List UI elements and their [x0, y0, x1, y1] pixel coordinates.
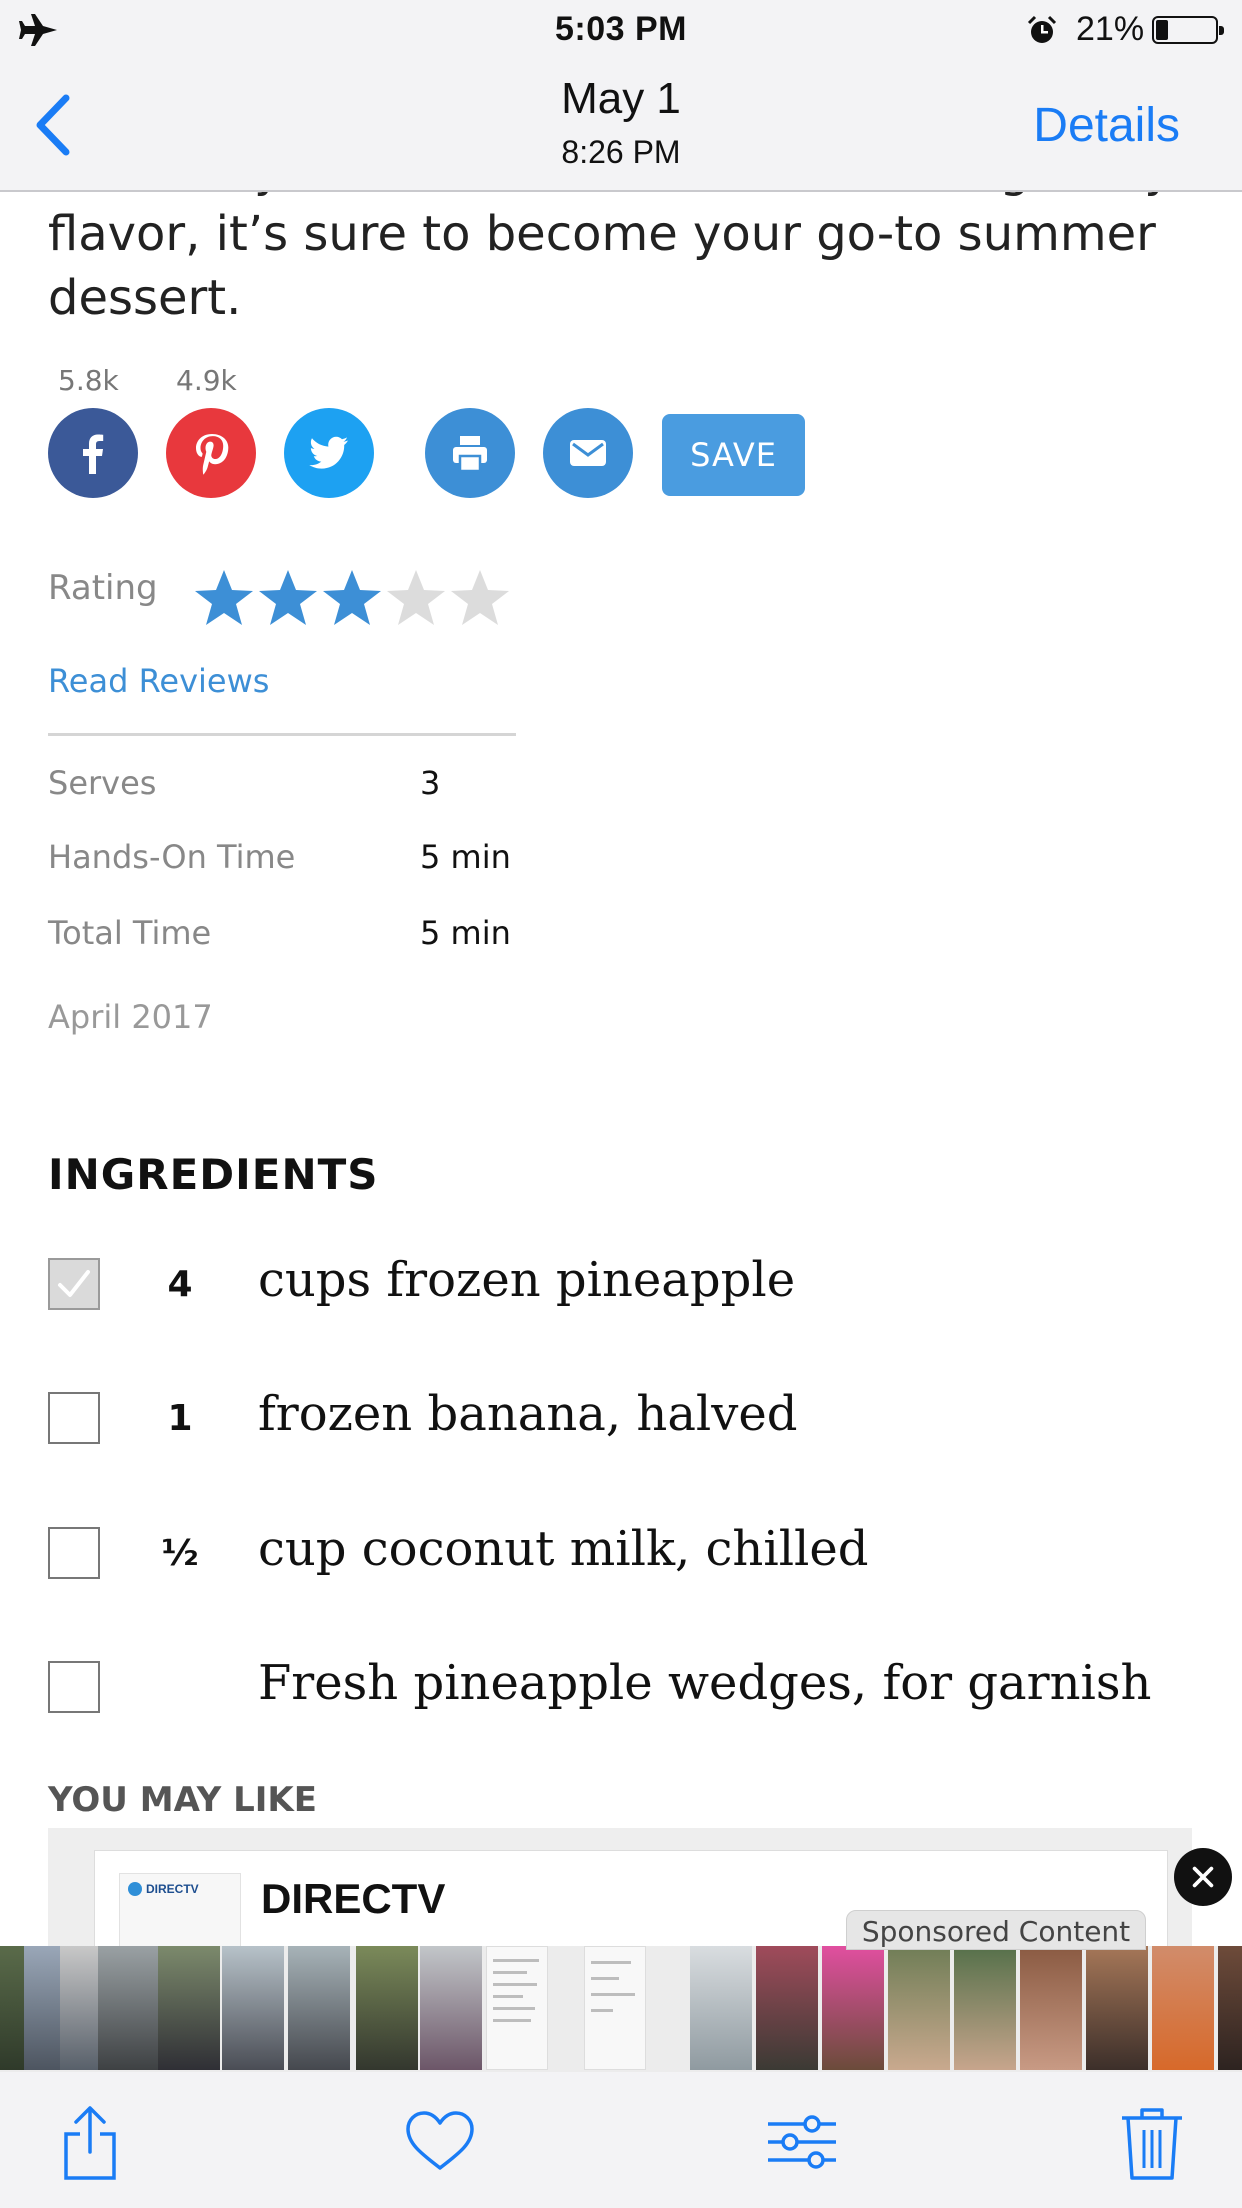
meta-value-hands-on-time: 5 min — [420, 838, 511, 876]
read-reviews-link[interactable]: Read Reviews — [48, 662, 269, 700]
photo-thumbnail[interactable] — [1020, 1946, 1082, 2070]
pinterest-icon — [196, 434, 229, 475]
star-icon[interactable] — [384, 566, 448, 628]
ingredient-row: 1 frozen banana, halved — [0, 1386, 1242, 1466]
photo-content: incredibly smooth texture and refreshing… — [0, 192, 1242, 1946]
photo-thumbnail[interactable] — [1152, 1946, 1214, 2070]
photo-thumbnail[interactable] — [1086, 1946, 1148, 2070]
photo-thumbnail[interactable] — [1218, 1946, 1242, 2070]
photo-thumbnail[interactable] — [158, 1946, 220, 2070]
ingredient-row: ½ cup coconut milk, chilled — [0, 1521, 1242, 1601]
ingredients-heading: INGREDIENTS — [48, 1150, 379, 1199]
ingredient-quantity: 1 — [167, 1398, 193, 1439]
details-button[interactable]: Details — [1033, 98, 1180, 153]
star-icon[interactable] — [448, 566, 512, 628]
battery-fill — [1156, 20, 1169, 40]
star-icon[interactable] — [320, 566, 384, 628]
favorite-button[interactable] — [400, 2102, 480, 2182]
rating-label: Rating — [48, 568, 158, 608]
battery-icon — [1152, 16, 1224, 44]
photo-thumbnail[interactable] — [222, 1946, 284, 2070]
photo-thumbnail[interactable] — [584, 1946, 646, 2070]
ingredient-row: Fresh pineapple wedges, for garnish — [0, 1655, 1242, 1735]
share-icon — [64, 2106, 116, 2180]
email-button[interactable] — [543, 408, 633, 498]
ingredient-text: Fresh pineapple wedges, for garnish — [258, 1655, 1152, 1711]
ad-logo-text: DIRECTV — [146, 1882, 199, 1896]
print-icon — [453, 436, 487, 473]
trash-icon — [1122, 2108, 1182, 2180]
ingredient-checkbox[interactable] — [48, 1258, 100, 1310]
photo-thumbnail[interactable] — [98, 1946, 160, 2070]
ingredient-quantity: ½ — [161, 1533, 199, 1574]
share-button[interactable] — [50, 2102, 130, 2182]
facebook-count: 5.8k — [58, 364, 119, 397]
meta-value-serves: 3 — [420, 764, 441, 802]
close-ad-button[interactable] — [1174, 1848, 1232, 1906]
photo-thumbnail-strip[interactable] — [0, 1946, 1242, 2072]
photo-thumbnail[interactable] — [888, 1946, 950, 2070]
print-button[interactable] — [425, 408, 515, 498]
adjust-icon — [768, 2115, 836, 2169]
facebook-share-button[interactable] — [48, 408, 138, 498]
ingredient-text: frozen banana, halved — [258, 1386, 798, 1442]
ad-title: DIRECTV — [261, 1875, 446, 1922]
checkmark-icon — [58, 1270, 90, 1297]
twitter-icon — [309, 436, 348, 469]
photo-thumbnail[interactable] — [420, 1946, 482, 2070]
bottom-toolbar — [0, 2072, 1242, 2208]
photo-thumbnail[interactable] — [690, 1946, 752, 2070]
ingredient-text: cup coconut milk, chilled — [258, 1521, 869, 1577]
star-icon[interactable] — [256, 566, 320, 628]
ad-thumbnail: DIRECTV — [119, 1873, 241, 1946]
delete-button[interactable] — [1112, 2102, 1192, 2182]
ad-logo: DIRECTV — [128, 1882, 199, 1896]
photo-thumbnail[interactable] — [954, 1946, 1016, 2070]
you-may-like-heading: YOU MAY LIKE — [48, 1780, 317, 1820]
email-icon — [570, 440, 606, 466]
pinterest-count: 4.9k — [176, 364, 237, 397]
facebook-icon — [83, 434, 104, 474]
status-bar: 5:03 PM 21% — [0, 0, 1242, 60]
meta-label-serves: Serves — [48, 764, 157, 802]
ingredient-quantity: 4 — [167, 1264, 193, 1305]
close-icon — [1192, 1866, 1214, 1888]
nav-bar: May 1 8:26 PM Details — [0, 60, 1242, 192]
meta-label-total-time: Total Time — [48, 914, 212, 952]
ingredient-checkbox[interactable] — [48, 1661, 100, 1713]
save-button[interactable]: SAVE — [662, 414, 805, 496]
ingredient-checkbox[interactable] — [48, 1527, 100, 1579]
divider — [48, 733, 516, 736]
ingredient-row: 4 cups frozen pineapple — [0, 1252, 1242, 1332]
edit-button[interactable] — [762, 2102, 842, 2182]
photo-thumbnail[interactable] — [756, 1946, 818, 2070]
ingredient-checkbox[interactable] — [48, 1392, 100, 1444]
meta-label-hands-on-time: Hands-On Time — [48, 838, 296, 876]
globe-icon — [128, 1882, 142, 1896]
meta-value-total-time: 5 min — [420, 914, 511, 952]
twitter-share-button[interactable] — [284, 408, 374, 498]
photo-thumbnail[interactable] — [822, 1946, 884, 2070]
sponsored-label: Sponsored Content — [846, 1910, 1146, 1950]
ingredient-text: cups frozen pineapple — [258, 1252, 796, 1308]
photo-thumbnail[interactable] — [486, 1946, 548, 2070]
publish-date: April 2017 — [48, 998, 213, 1036]
heart-icon — [406, 2111, 474, 2170]
pinterest-share-button[interactable] — [166, 408, 256, 498]
alarm-icon — [1027, 15, 1057, 43]
rating-stars[interactable] — [192, 566, 512, 628]
intro-text: incredibly smooth texture and refreshing… — [48, 192, 1173, 326]
star-icon[interactable] — [192, 566, 256, 628]
photo-thumbnail[interactable] — [356, 1946, 418, 2070]
photo-thumbnail[interactable] — [288, 1946, 350, 2070]
battery-percent: 21% — [1076, 10, 1145, 48]
